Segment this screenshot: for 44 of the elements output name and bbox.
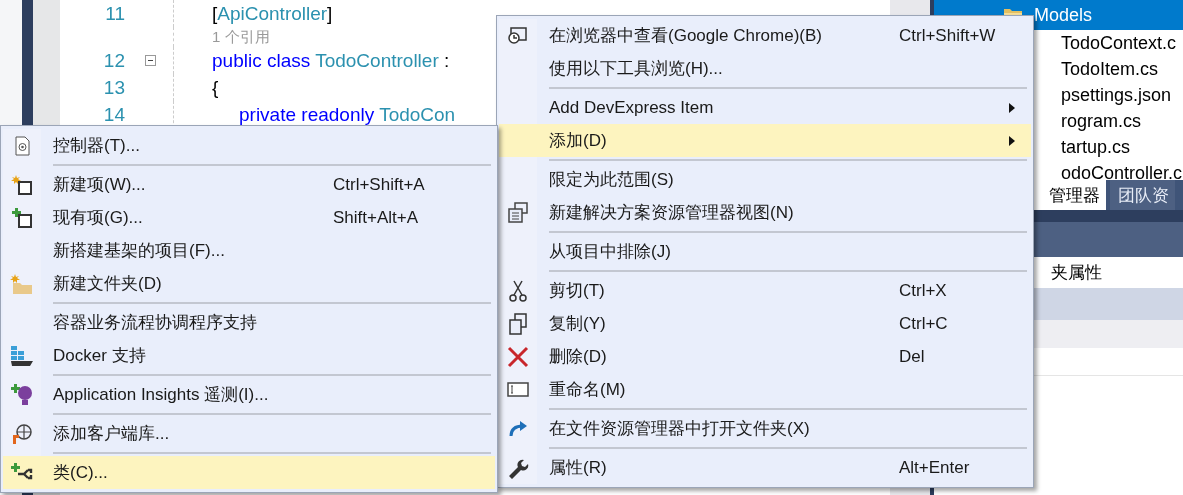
line-number: 13: [102, 76, 125, 99]
menu-item[interactable]: 删除(D) Del: [499, 340, 1031, 373]
rename-icon: [507, 381, 529, 398]
windows-icon: [507, 201, 529, 224]
menu-item[interactable]: 使用以下工具浏览(H)...: [499, 52, 1031, 85]
menu-item[interactable]: 复制(Y) Ctrl+C: [499, 307, 1031, 340]
code-line: public class TodoController :: [212, 49, 450, 72]
globe-icon: [11, 422, 33, 445]
menu-item[interactable]: 属性(R) Alt+Enter: [499, 451, 1031, 484]
menu-item[interactable]: 重命名(M): [499, 373, 1031, 406]
panel-tab[interactable]: 团队资: [1110, 180, 1175, 210]
redo-arrow-icon: [507, 418, 529, 439]
line-number: 11: [104, 2, 125, 25]
menu-item[interactable]: 新建解决方案资源管理器视图(N): [499, 196, 1031, 229]
menu-item[interactable]: 控制器(T)...: [3, 129, 495, 162]
menu-item[interactable]: Docker 支持: [3, 339, 495, 372]
delete-icon: [507, 345, 529, 368]
scissors-icon: [508, 279, 528, 302]
menu-item[interactable]: 新建项(W)... Ctrl+Shift+A: [3, 168, 495, 201]
menu-item[interactable]: Application Insights 遥测(I)...: [3, 378, 495, 411]
menu-item[interactable]: 类(C)...: [3, 456, 495, 489]
new-folder-icon: [10, 272, 34, 295]
controller-icon: [13, 135, 31, 156]
menu-item[interactable]: Add DevExpress Item: [499, 91, 1031, 124]
add-item-icon: [11, 206, 33, 229]
lightbulb-icon: [10, 382, 34, 407]
code-line: private readonly TodoCon: [238, 103, 456, 126]
line-number: 12: [102, 49, 125, 72]
menu-item[interactable]: 添加客户端库...: [3, 417, 495, 450]
menu-item[interactable]: 新建文件夹(D): [3, 267, 495, 300]
menu-item[interactable]: 限定为此范围(S): [499, 163, 1031, 196]
docker-icon: [10, 344, 34, 367]
collapse-icon[interactable]: [144, 55, 156, 66]
copy-icon: [508, 312, 528, 335]
code-line: {: [212, 76, 219, 99]
menu-item[interactable]: 新搭建基架的项目(F)...: [3, 234, 495, 267]
new-item-icon: [11, 173, 33, 196]
menu-item[interactable]: 添加(D): [499, 124, 1031, 157]
browser-icon: [507, 25, 529, 46]
line-number: 14: [102, 103, 125, 126]
menu-item[interactable]: 在文件资源管理器中打开文件夹(X): [499, 412, 1031, 445]
menu-item[interactable]: 现有项(G)... Shift+Alt+A: [3, 201, 495, 234]
code-line: [ApiController]: [212, 2, 333, 25]
menu-item[interactable]: 容器业务流程协调程序支持: [3, 306, 495, 339]
